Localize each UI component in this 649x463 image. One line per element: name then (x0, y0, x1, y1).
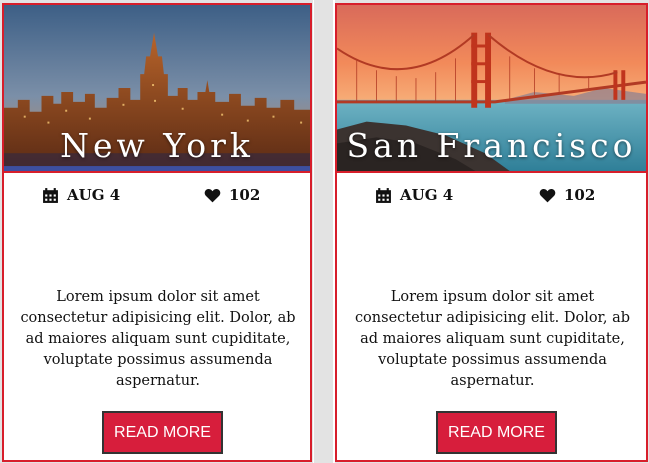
card-san-francisco: San Francisco AUG 4 102 Lorem ipsum dolo… (335, 3, 648, 462)
card-title: New York (60, 126, 254, 165)
calendar-icon (376, 187, 391, 203)
card-image-new-york: New York (4, 5, 310, 173)
card-meta: AUG 4 102 (4, 173, 310, 217)
read-more-button[interactable]: READ MORE (436, 411, 557, 454)
date-info: AUG 4 (42, 186, 120, 204)
calendar-icon (43, 187, 58, 203)
gutter (314, 0, 333, 463)
date-info: AUG 4 (375, 186, 453, 204)
card-image-san-francisco: San Francisco (337, 5, 646, 173)
card-description: Lorem ipsum dolor sit amet consectetur a… (354, 289, 631, 389)
likes-info[interactable]: 102 (539, 186, 595, 204)
heart-icon (204, 188, 221, 202)
card-new-york: New York AUG 4 102 Lorem ipsum dolor sit… (2, 3, 312, 462)
likes-info[interactable]: 102 (204, 186, 260, 204)
card-title: San Francisco (346, 126, 637, 165)
date-label: AUG 4 (400, 186, 454, 204)
likes-count: 102 (229, 186, 261, 204)
read-more-button[interactable]: READ MORE (102, 411, 223, 454)
likes-count: 102 (564, 186, 596, 204)
card-meta: AUG 4 102 (337, 173, 646, 217)
card-description: Lorem ipsum dolor sit amet consectetur a… (20, 289, 296, 389)
heart-icon (539, 188, 556, 202)
date-label: AUG 4 (67, 186, 121, 204)
